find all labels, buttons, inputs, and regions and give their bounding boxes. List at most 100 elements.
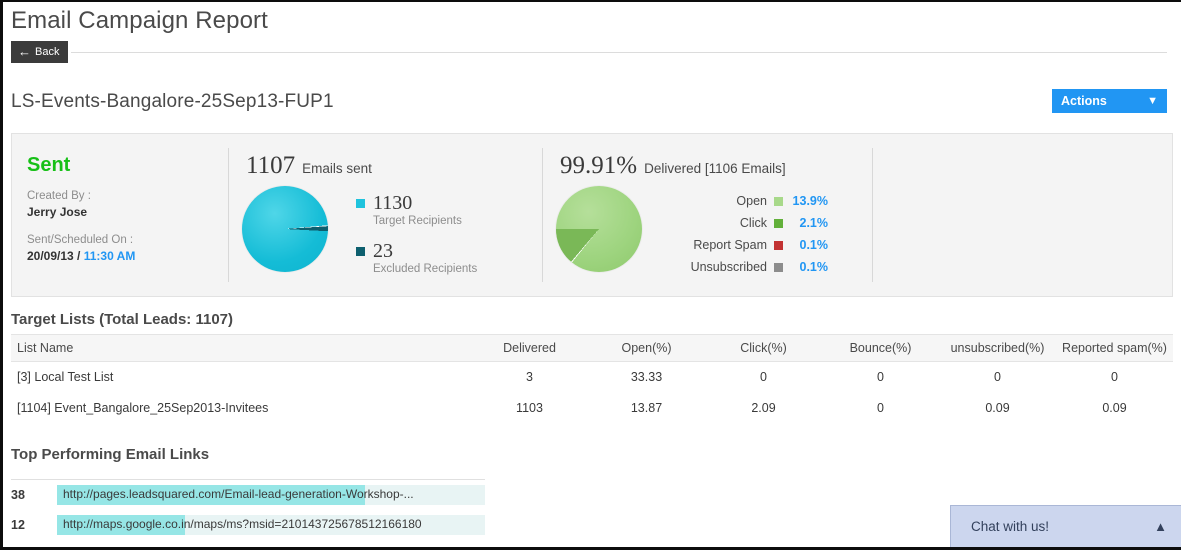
cell-list-name: [1104] Event_Bangalore_25Sep2013-Invitee…: [17, 401, 269, 415]
top-links-list: 38 http://pages.leadsquared.com/Email-le…: [11, 479, 485, 540]
list-item[interactable]: 12 http://maps.google.co.in/maps/ms?msid…: [11, 510, 485, 540]
column-header-delivered: Delivered: [471, 334, 588, 362]
cell-delivered: 3: [526, 370, 533, 384]
campaign-name: LS-Events-Bangalore-25Sep13-FUP1: [11, 91, 334, 112]
legend-swatch-icon: [356, 198, 365, 208]
link-url[interactable]: http://pages.leadsquared.com/Email-lead-…: [63, 487, 414, 501]
cell-open: 13.87: [630, 401, 663, 415]
target-lists-title: Target Lists (Total Leads: 1107): [11, 311, 234, 328]
chevron-down-icon: ▼: [1147, 94, 1158, 107]
sent-pie-gap: [242, 186, 328, 272]
column-header-click: Click(%): [705, 334, 822, 362]
status-column: Sent Created By : Jerry Jose Sent/Schedu…: [12, 134, 228, 296]
link-click-count: 12: [11, 518, 25, 532]
list-item[interactable]: 38 http://pages.leadsquared.com/Email-le…: [11, 480, 485, 510]
legend-value: 2.1%: [799, 216, 829, 230]
cell-open: 33.33: [630, 370, 663, 384]
back-button[interactable]: ← Back: [11, 41, 69, 63]
chat-widget-label: Chat with us!: [971, 519, 1050, 534]
back-bar: ← Back: [11, 41, 1173, 63]
arrow-left-icon: ←: [18, 43, 31, 59]
legend-value: 0.1%: [799, 260, 829, 274]
chat-widget[interactable]: Chat with us! ▲: [950, 505, 1181, 547]
sent-legend: 1130 Target Recipients 23 Excluded Recip…: [356, 186, 477, 288]
legend-label: Target Recipients: [373, 215, 462, 227]
legend-swatch-icon: [774, 196, 783, 206]
link-bar: http://maps.google.co.in/maps/ms?msid=21…: [57, 515, 485, 535]
sent-caption: Emails sent: [302, 161, 372, 176]
legend-value: 23: [373, 240, 393, 262]
created-by-label: Created By :: [27, 190, 91, 202]
link-url[interactable]: http://maps.google.co.in/maps/ms?msid=21…: [63, 517, 422, 531]
delivered-column: 99.91% Delivered [1106 Emails] Open 13.9…: [542, 134, 872, 296]
cell-list-name: [3] Local Test List: [17, 370, 114, 384]
back-button-label: Back: [35, 46, 60, 58]
cell-click: 2.09: [751, 401, 776, 415]
legend-swatch-icon: [774, 262, 783, 272]
legend-value: 1130: [373, 192, 413, 214]
scheduled-time: 11:30 AM: [83, 249, 136, 263]
column-header-unsubscribed: unsubscribed(%): [939, 334, 1056, 362]
sent-pie-chart: [242, 186, 328, 272]
column-header-bounce: Bounce(%): [822, 334, 939, 362]
column-divider: [228, 148, 229, 282]
legend-swatch-icon: [356, 246, 365, 256]
sent-column: 1107 Emails sent 1130 Target Recipients …: [228, 134, 542, 296]
table-row: [3] Local Test List 3 33.33 0 0 0 0: [11, 362, 1173, 394]
delivered-pie-gap: [556, 186, 642, 272]
legend-label: Excluded Recipients: [373, 263, 478, 275]
delivered-caption: Delivered [1106 Emails]: [644, 161, 786, 176]
sent-body: 1130 Target Recipients 23 Excluded Recip…: [228, 186, 542, 288]
legend-row: Report Spam 0.1%: [664, 234, 828, 256]
cell-unsubscribed: 0: [994, 370, 1001, 384]
actions-button-label: Actions: [1061, 94, 1107, 108]
cell-unsubscribed: 0.09: [985, 401, 1010, 415]
scheduled-value: 20/09/13 / 11:30 AM: [27, 248, 228, 264]
sent-count: 1107: [246, 152, 296, 179]
target-lists-table: List Name Delivered Open(%) Click(%) Bou…: [11, 334, 1173, 424]
cell-bounce: 0: [877, 370, 884, 384]
link-bar: http://pages.leadsquared.com/Email-lead-…: [57, 485, 485, 505]
summary-panel: Sent Created By : Jerry Jose Sent/Schedu…: [11, 133, 1173, 297]
legend-label: Unsubscribed: [690, 260, 767, 274]
cell-click: 0: [760, 370, 767, 384]
legend-label: Report Spam: [693, 238, 767, 252]
column-divider: [872, 148, 873, 282]
legend-item: 23 Excluded Recipients: [356, 240, 477, 276]
column-header-reported-spam: Reported spam(%): [1056, 334, 1173, 362]
empty-column: [872, 134, 1172, 296]
scheduled-label: Sent/Scheduled On :: [27, 234, 134, 246]
delivered-heading: 99.91% Delivered [1106 Emails]: [542, 152, 872, 180]
delivered-percent: 99.91%: [560, 152, 638, 179]
delivered-body: Open 13.9% Click 2.1% Report Spam 0.1% U…: [542, 186, 872, 278]
table-row: [1104] Event_Bangalore_25Sep2013-Invitee…: [11, 393, 1173, 424]
cell-delivered: 1103: [516, 401, 543, 415]
created-by-block: Created By : Jerry Jose: [27, 189, 228, 220]
chevron-up-icon[interactable]: ▲: [1154, 519, 1167, 534]
status-badge: Sent: [27, 154, 71, 176]
cell-reported-spam: 0.09: [1102, 401, 1127, 415]
legend-swatch-icon: [774, 240, 783, 250]
created-by-value: Jerry Jose: [27, 205, 88, 219]
legend-item: 1130 Target Recipients: [356, 192, 477, 228]
legend-swatch-icon: [774, 218, 783, 228]
page-title: Email Campaign Report: [11, 7, 268, 34]
column-header-open: Open(%): [588, 334, 705, 362]
app-screen: Email Campaign Report ← Back LS-Events-B…: [0, 0, 1181, 550]
scheduled-block: Sent/Scheduled On : 20/09/13 / 11:30 AM: [27, 233, 228, 264]
column-divider: [542, 148, 543, 282]
legend-row: Open 13.9%: [664, 190, 828, 212]
cell-bounce: 0: [877, 401, 884, 415]
delivered-legend: Open 13.9% Click 2.1% Report Spam 0.1% U…: [664, 186, 828, 278]
report-page: Email Campaign Report ← Back LS-Events-B…: [3, 2, 1181, 547]
scheduled-date: 20/09/13: [27, 249, 74, 263]
legend-value: 0.1%: [799, 238, 829, 252]
scheduled-separator: /: [73, 249, 84, 263]
cell-reported-spam: 0: [1111, 370, 1118, 384]
delivered-pie-chart: [556, 186, 642, 272]
actions-button[interactable]: Actions ▼: [1052, 89, 1167, 113]
top-links-title: Top Performing Email Links: [11, 446, 210, 463]
campaign-header: LS-Events-Bangalore-25Sep13-FUP1 Actions…: [11, 83, 1173, 129]
table-header-row: List Name Delivered Open(%) Click(%) Bou…: [11, 334, 1173, 362]
column-header-list-name: List Name: [11, 334, 471, 362]
